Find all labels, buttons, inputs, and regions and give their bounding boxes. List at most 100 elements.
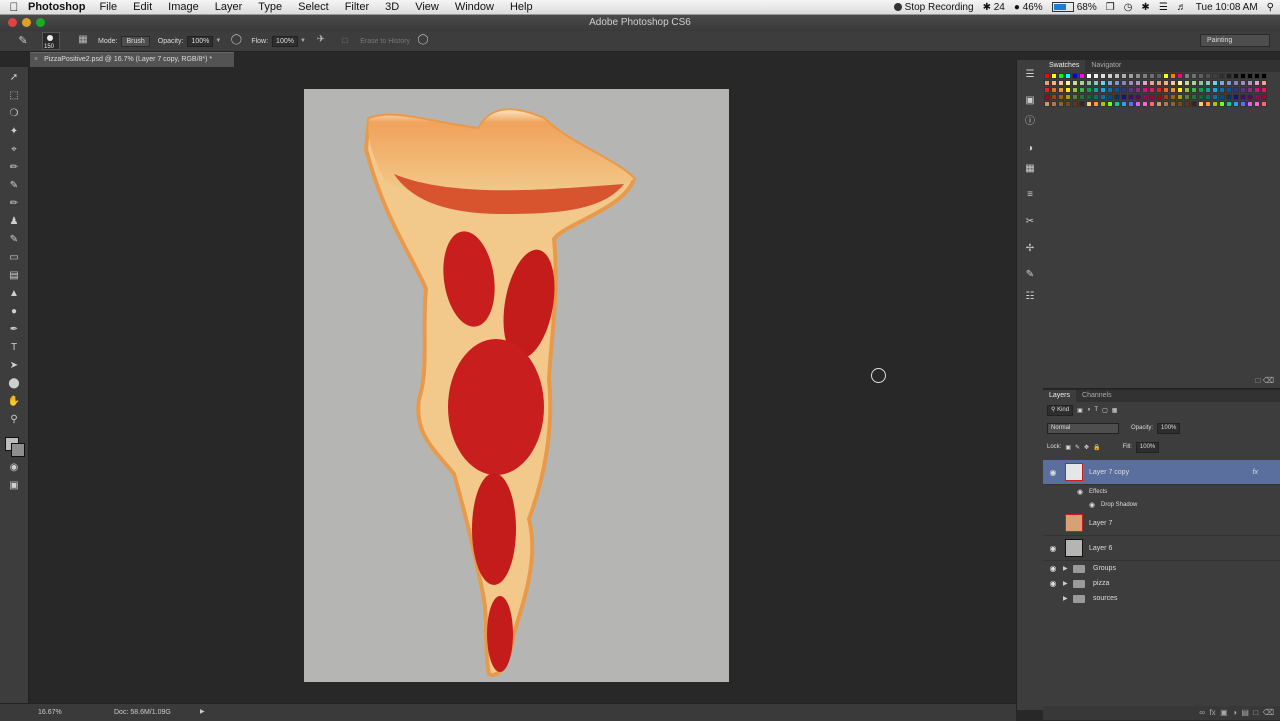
layer-fx-icon[interactable]: fx bbox=[1253, 469, 1258, 476]
zoom-tool-icon[interactable]: ⚲ bbox=[7, 413, 21, 427]
type-tool-icon[interactable]: T bbox=[7, 341, 21, 355]
color-swatch[interactable] bbox=[1114, 94, 1120, 100]
color-swatch[interactable] bbox=[1212, 80, 1218, 86]
color-swatch[interactable] bbox=[1177, 87, 1183, 93]
drop-shadow-row[interactable]: ◉ Drop Shadow bbox=[1043, 498, 1280, 511]
opacity-input[interactable]: 100% bbox=[187, 35, 214, 47]
color-swatch[interactable] bbox=[1247, 80, 1253, 86]
lock-all-icon[interactable]: 🔒 bbox=[1093, 444, 1100, 451]
color-swatch[interactable] bbox=[1135, 101, 1141, 107]
color-swatch[interactable] bbox=[1079, 94, 1085, 100]
color-swatch[interactable] bbox=[1086, 101, 1092, 107]
color-swatch[interactable] bbox=[1079, 101, 1085, 107]
pressure-size-icon[interactable]: ◯ bbox=[416, 34, 430, 48]
color-swatch[interactable] bbox=[1135, 80, 1141, 86]
color-swatch[interactable] bbox=[1205, 87, 1211, 93]
color-swatch[interactable] bbox=[1240, 101, 1246, 107]
magic-wand-tool-icon[interactable]: ✦ bbox=[7, 125, 21, 139]
color-swatch[interactable] bbox=[1128, 73, 1134, 79]
workspace-switcher[interactable]: Painting bbox=[1200, 34, 1270, 47]
color-swatch[interactable] bbox=[1128, 101, 1134, 107]
layer-opacity-input[interactable]: 100% bbox=[1157, 422, 1181, 434]
color-swatch[interactable] bbox=[1170, 94, 1176, 100]
color-swatch[interactable] bbox=[1226, 80, 1232, 86]
color-swatch[interactable] bbox=[1233, 101, 1239, 107]
group-row-sources[interactable]: ◉ ▶ sources bbox=[1043, 591, 1280, 606]
shape-tool-icon[interactable]: ⬤ bbox=[7, 377, 21, 391]
color-swatch[interactable] bbox=[1156, 87, 1162, 93]
visibility-eye-icon[interactable]: ◉ bbox=[1043, 579, 1063, 588]
tab-layers[interactable]: Layers bbox=[1043, 390, 1077, 402]
color-swatch[interactable] bbox=[1184, 101, 1190, 107]
erase-to-history-checkbox[interactable]: ☐ bbox=[342, 37, 348, 45]
color-swatch[interactable] bbox=[1205, 73, 1211, 79]
color-swatch[interactable] bbox=[1114, 87, 1120, 93]
marquee-tool-icon[interactable]: ⬚ bbox=[7, 89, 21, 103]
filter-adjustment-icon[interactable]: ◑ bbox=[1087, 407, 1091, 413]
color-swatch[interactable] bbox=[1072, 94, 1078, 100]
color-swatch[interactable] bbox=[1212, 94, 1218, 100]
color-swatch[interactable] bbox=[1044, 101, 1050, 107]
spotlight-search-icon[interactable]: ⚲ bbox=[1267, 2, 1274, 13]
opacity-slider-arrow-icon[interactable]: ▼ bbox=[215, 38, 221, 44]
color-swatch[interactable] bbox=[1149, 94, 1155, 100]
actions-panel-icon[interactable]: ▣ bbox=[1023, 94, 1037, 108]
paragraph-panel-icon[interactable]: ≡ bbox=[1023, 188, 1037, 202]
lock-transparent-icon[interactable]: ▣ bbox=[1065, 444, 1071, 451]
color-swatch[interactable] bbox=[1100, 80, 1106, 86]
crop-tool-icon[interactable]: ⌖ bbox=[7, 143, 21, 157]
color-swatch[interactable] bbox=[1198, 94, 1204, 100]
color-swatch[interactable] bbox=[1247, 94, 1253, 100]
history-brush-tool-icon[interactable]: ✎ bbox=[7, 233, 21, 247]
menu-select[interactable]: Select bbox=[298, 1, 329, 13]
color-swatch[interactable] bbox=[1107, 73, 1113, 79]
color-swatch[interactable] bbox=[1198, 101, 1204, 107]
tool-presets-panel-icon[interactable]: ✂ bbox=[1023, 215, 1037, 229]
zoom-level[interactable]: 16.67% bbox=[38, 704, 62, 721]
color-swatch[interactable] bbox=[1107, 101, 1113, 107]
color-swatch[interactable] bbox=[1100, 101, 1106, 107]
move-tool-icon[interactable]: ➚ bbox=[7, 71, 21, 85]
filter-smart-object-icon[interactable]: ▦ bbox=[1112, 407, 1118, 414]
color-swatch[interactable] bbox=[1142, 87, 1148, 93]
color-swatch[interactable] bbox=[1142, 73, 1148, 79]
quick-mask-icon[interactable]: ◉ bbox=[7, 461, 21, 475]
brush-presets-panel-icon[interactable]: ✎ bbox=[1023, 268, 1037, 282]
menu-edit[interactable]: Edit bbox=[133, 1, 152, 13]
color-swatch[interactable] bbox=[1121, 94, 1127, 100]
lock-position-icon[interactable]: ✥ bbox=[1084, 444, 1089, 451]
menu-layer[interactable]: Layer bbox=[215, 1, 243, 13]
new-layer-icon[interactable]: □ bbox=[1253, 708, 1258, 717]
stop-recording-item[interactable]: Stop Recording bbox=[893, 2, 974, 13]
visibility-eye-icon[interactable]: ◉ bbox=[1043, 519, 1063, 528]
color-swatch[interactable] bbox=[1142, 80, 1148, 86]
color-swatch[interactable] bbox=[1205, 101, 1211, 107]
color-swatch[interactable] bbox=[1135, 73, 1141, 79]
color-swatch[interactable] bbox=[1240, 87, 1246, 93]
color-swatch[interactable] bbox=[1254, 101, 1260, 107]
color-swatch[interactable] bbox=[1191, 73, 1197, 79]
delete-swatch-icon[interactable]: ⌫ bbox=[1263, 376, 1274, 385]
lock-image-icon[interactable]: ✎ bbox=[1075, 444, 1080, 451]
color-swatch[interactable] bbox=[1058, 73, 1064, 79]
color-swatch[interactable] bbox=[1191, 94, 1197, 100]
volume-icon[interactable]: ♬ bbox=[1177, 2, 1187, 13]
color-swatch[interactable] bbox=[1149, 73, 1155, 79]
color-swatch[interactable] bbox=[1065, 94, 1071, 100]
color-swatch[interactable] bbox=[1051, 73, 1057, 79]
color-swatch[interactable] bbox=[1184, 80, 1190, 86]
time-machine-icon[interactable]: ◷ bbox=[1124, 2, 1133, 13]
group-row-groups[interactable]: ◉ ▶ Groups bbox=[1043, 561, 1280, 576]
color-swatch[interactable] bbox=[1261, 80, 1267, 86]
status-menu-arrow-icon[interactable]: ▶ bbox=[200, 704, 205, 721]
brush-panel-toggle-icon[interactable]: ▦ bbox=[76, 34, 90, 48]
drop-shadow-eye-icon[interactable]: ◉ bbox=[1089, 501, 1101, 509]
color-swatch[interactable] bbox=[1107, 80, 1113, 86]
tab-swatches[interactable]: Swatches bbox=[1043, 60, 1086, 72]
eyedropper-tool-icon[interactable]: ✏ bbox=[7, 161, 21, 175]
color-swatch[interactable] bbox=[1093, 73, 1099, 79]
color-swatch[interactable] bbox=[1261, 73, 1267, 79]
color-swatch[interactable] bbox=[1086, 87, 1092, 93]
apple-icon[interactable]:  bbox=[0, 0, 28, 14]
link-layers-icon[interactable]: ∞ bbox=[1199, 708, 1205, 717]
